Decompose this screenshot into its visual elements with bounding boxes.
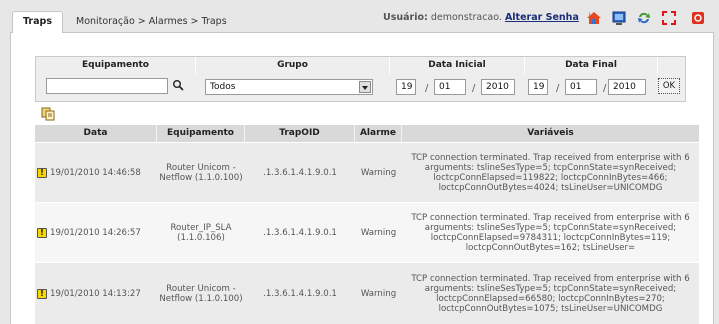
vars-cell: TCP connection terminated. Trap received…: [411, 152, 690, 193]
date-value: 19/01/2010 14:26:57: [50, 227, 141, 238]
user-name: demonstracao.: [430, 12, 502, 23]
alarm-cell: Warning: [360, 288, 397, 299]
trapoid-cell: .1.3.6.1.4.1.9.0.1: [263, 288, 337, 299]
alarm-cell: Warning: [360, 167, 397, 178]
change-password-link[interactable]: Alterar Senha: [505, 12, 579, 23]
table-row[interactable]: ! 19/01/2010 14:46:58 Router Unicom - Ne…: [35, 142, 699, 202]
equipment-input[interactable]: [46, 78, 168, 94]
date-slash: /: [603, 83, 607, 94]
table-header: Data Equipamento TrapOID Alarme Variávei…: [35, 125, 699, 142]
user-label: Usuário:: [383, 12, 428, 23]
date-cell: ! 19/01/2010 14:13:27: [35, 263, 157, 324]
monitor-icon[interactable]: [611, 10, 627, 26]
refresh-icon[interactable]: [636, 10, 652, 26]
vars-cell: TCP connection terminated. Trap received…: [411, 273, 690, 314]
date-cell: ! 19/01/2010 14:26:57: [35, 203, 157, 262]
close-icon[interactable]: [690, 10, 706, 26]
warning-icon: !: [37, 288, 47, 299]
copy-icon[interactable]: [41, 107, 55, 121]
end-year-input[interactable]: 2010: [608, 79, 646, 95]
col-date: Data: [35, 125, 157, 142]
group-selected-value: Todos: [210, 82, 236, 92]
equipment-cell: Router Unicom - Netflow (1.1.0.100): [159, 283, 243, 304]
chevron-down-icon[interactable]: [359, 81, 371, 93]
end-month-input[interactable]: 01: [565, 79, 597, 95]
date-slash: /: [425, 83, 429, 94]
start-month-input[interactable]: 01: [434, 79, 466, 95]
date-value: 19/01/2010 14:13:27: [50, 288, 141, 299]
ok-button[interactable]: OK: [658, 78, 680, 94]
user-info: Usuário: demonstracao. Alterar Senha |: [383, 12, 597, 23]
col-trapoid: TrapOID: [245, 125, 355, 142]
equipment-cell: Router Unicom - Netflow (1.1.0.100): [159, 162, 243, 183]
start-date-header: Data Inicial: [390, 57, 525, 74]
equipment-cell: Router_IP_SLA (1.1.0.106): [170, 222, 232, 243]
trapoid-cell: .1.3.6.1.4.1.9.0.1: [263, 167, 337, 178]
col-alarm: Alarme: [355, 125, 402, 142]
fullscreen-icon[interactable]: [661, 10, 677, 26]
col-equipment: Equipamento: [157, 125, 245, 142]
col-vars: Variáveis: [527, 128, 574, 138]
date-cell: ! 19/01/2010 14:46:58: [35, 143, 157, 202]
date-slash: /: [472, 83, 476, 94]
group-select[interactable]: Todos: [205, 79, 373, 95]
trapoid-cell: .1.3.6.1.4.1.9.0.1: [263, 227, 337, 238]
warning-icon: !: [37, 227, 47, 238]
start-year-input[interactable]: 2010: [481, 79, 515, 95]
date-value: 19/01/2010 14:46:58: [50, 167, 141, 178]
vars-cell: TCP connection terminated. Trap received…: [411, 212, 690, 253]
end-date-header: Data Final: [525, 57, 658, 74]
alarm-cell: Warning: [360, 227, 397, 238]
traps-table: Data Equipamento TrapOID Alarme Variávei…: [35, 125, 699, 324]
start-day-input[interactable]: 19: [396, 79, 416, 95]
end-day-input[interactable]: 19: [528, 79, 548, 95]
search-icon[interactable]: [172, 79, 184, 91]
home-icon[interactable]: [586, 10, 602, 26]
equipment-header: Equipamento: [36, 57, 196, 74]
warning-icon: !: [37, 167, 47, 178]
table-row[interactable]: ! 19/01/2010 14:13:27 Router Unicom - Ne…: [35, 262, 699, 324]
group-header: Grupo: [196, 57, 390, 74]
table-row[interactable]: ! 19/01/2010 14:26:57 Router_IP_SLA (1.1…: [35, 202, 699, 262]
tab-bar: Traps Monitoração > Alarmes > Traps Usuá…: [0, 0, 719, 33]
breadcrumb: Monitoração > Alarmes > Traps: [76, 16, 227, 27]
tab-traps[interactable]: Traps: [12, 11, 63, 33]
date-slash: /: [556, 83, 560, 94]
